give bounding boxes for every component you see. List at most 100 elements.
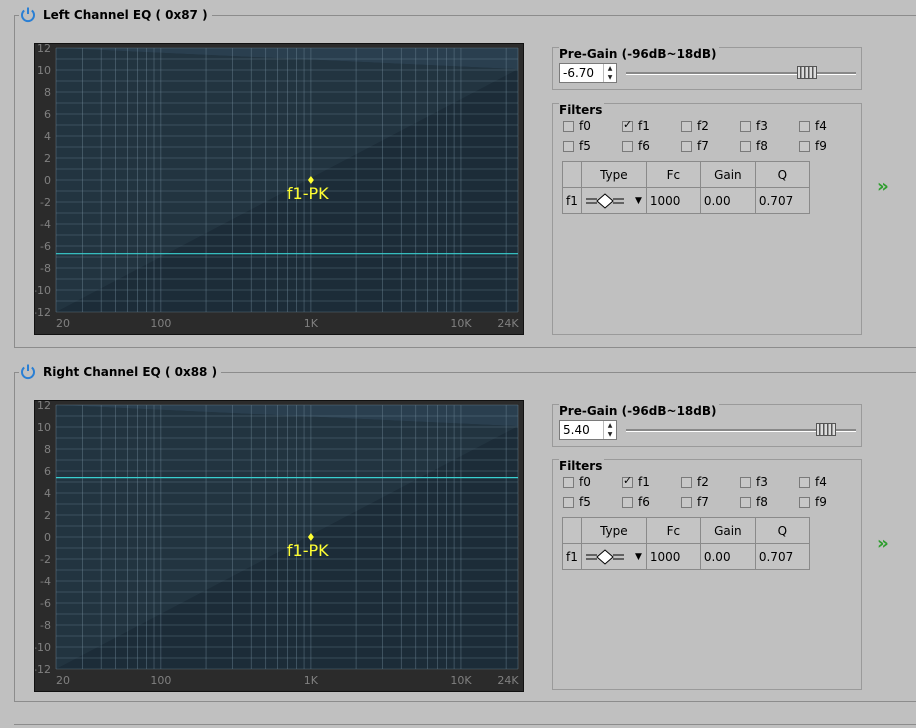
- checkbox-icon[interactable]: [622, 496, 633, 508]
- y-tick-label: 6: [44, 465, 51, 478]
- filter-checkbox-label: f6: [638, 139, 650, 153]
- filter-checkbox-label: f8: [756, 495, 768, 509]
- eq-graph[interactable]: 121086420-2-4-6-8-10-12201001K10K24Kf1-P…: [34, 43, 524, 335]
- checkbox-icon[interactable]: [740, 140, 751, 152]
- eq-title: Right Channel EQ ( 0x88 ): [43, 365, 218, 379]
- filter-checkbox-f4[interactable]: f4: [799, 119, 827, 133]
- checkbox-icon[interactable]: [799, 120, 810, 132]
- eq-graph-svg[interactable]: 121086420-2-4-6-8-10-12201001K10K24Kf1-P…: [35, 44, 523, 334]
- pregain-value[interactable]: -6.70: [563, 66, 594, 80]
- filter-checkbox-f6[interactable]: f6: [622, 495, 650, 509]
- eq-group-partial: [14, 724, 916, 728]
- checkbox-icon[interactable]: [622, 140, 633, 152]
- filter-checkbox-label: f7: [697, 139, 709, 153]
- checkbox-icon[interactable]: [563, 476, 574, 488]
- filter-checkbox-f5[interactable]: f5: [563, 495, 591, 509]
- checkbox-icon[interactable]: [563, 120, 574, 132]
- filter-checkbox-label: f1: [638, 475, 650, 489]
- y-tick-label: 4: [44, 130, 51, 143]
- double-chevron-right-icon[interactable]: ››: [877, 176, 889, 197]
- q-field[interactable]: 0.707: [754, 187, 810, 214]
- pregain-spinner[interactable]: -6.70 ▲ ▼: [559, 63, 617, 83]
- checkbox-icon[interactable]: [799, 496, 810, 508]
- filters-label: Filters: [559, 459, 605, 473]
- gain-field[interactable]: 0.00: [699, 543, 756, 570]
- filter-checkbox-f4[interactable]: f4: [799, 475, 827, 489]
- filter-checkbox-f9[interactable]: f9: [799, 495, 827, 509]
- y-tick-label: 2: [44, 509, 51, 522]
- y-tick-label: -12: [35, 306, 51, 319]
- filter-checkbox-f2[interactable]: f2: [681, 119, 709, 133]
- checkbox-icon[interactable]: [681, 140, 692, 152]
- filter-checkbox-f3[interactable]: f3: [740, 119, 768, 133]
- eq-graph[interactable]: 121086420-2-4-6-8-10-12201001K10K24Kf1-P…: [34, 400, 524, 692]
- power-icon[interactable]: [19, 6, 37, 24]
- x-tick-label: 20: [56, 317, 70, 330]
- filter-checkbox-f7[interactable]: f7: [681, 495, 709, 509]
- filter-type-select[interactable]: ▼: [580, 543, 647, 570]
- checkbox-icon[interactable]: [740, 120, 751, 132]
- fc-field[interactable]: 1000: [645, 187, 701, 214]
- filter-checkbox-f1[interactable]: f1: [622, 474, 650, 489]
- filter-checkbox-f2[interactable]: f2: [681, 475, 709, 489]
- filter-checkbox-f9[interactable]: f9: [799, 139, 827, 153]
- filter-checkbox-f0[interactable]: f0: [563, 119, 591, 133]
- checkbox-icon[interactable]: [563, 496, 574, 508]
- filter-checkbox-label: f4: [815, 119, 827, 133]
- gain-field[interactable]: 0.00: [699, 187, 756, 214]
- filter-checkbox-label: f5: [579, 495, 591, 509]
- checkbox-icon[interactable]: [799, 476, 810, 488]
- x-tick-label: 24K: [497, 674, 519, 687]
- eq-group-right: Right Channel EQ ( 0x88 ) 12 10 8 6 4 2 0 -2 -4-…: [14, 363, 916, 702]
- filter-checkbox-label: f5: [579, 139, 591, 153]
- double-chevron-right-icon[interactable]: ››: [877, 533, 889, 554]
- filter-checkbox-f0[interactable]: f0: [563, 475, 591, 489]
- checkbox-icon[interactable]: [681, 120, 692, 132]
- eq-header: Right Channel EQ ( 0x88 ): [19, 363, 222, 381]
- fc-field[interactable]: 1000: [645, 543, 701, 570]
- dropdown-arrow-icon[interactable]: ▼: [635, 196, 642, 206]
- q-field[interactable]: 0.707: [754, 543, 810, 570]
- checkbox-icon[interactable]: [563, 140, 574, 152]
- table-corner: [562, 161, 582, 188]
- eq-title: Left Channel EQ ( 0x87 ): [43, 8, 208, 22]
- checkbox-icon[interactable]: [740, 496, 751, 508]
- pregain-spinner[interactable]: 5.40 ▲ ▼: [559, 420, 617, 440]
- filter-checkbox-f7[interactable]: f7: [681, 139, 709, 153]
- y-tick-label: -6: [40, 597, 51, 610]
- checkbox-icon[interactable]: [681, 476, 692, 488]
- y-tick-label: 2: [44, 152, 51, 165]
- checkbox-icon[interactable]: [622, 474, 633, 488]
- filter-checkbox-f5[interactable]: f5: [563, 139, 591, 153]
- filter-checkbox-f3[interactable]: f3: [740, 475, 768, 489]
- filter-checkbox-f1[interactable]: f1: [622, 118, 650, 133]
- table-corner: [562, 517, 582, 544]
- filter-checkbox-label: f2: [697, 119, 709, 133]
- y-tick-label: 6: [44, 108, 51, 121]
- dropdown-arrow-icon[interactable]: ▼: [635, 552, 642, 562]
- eq-graph-svg[interactable]: 121086420-2-4-6-8-10-12201001K10K24Kf1-P…: [35, 401, 523, 691]
- y-tick-label: -6: [40, 240, 51, 253]
- x-tick-label: 1K: [304, 317, 319, 330]
- pregain-value[interactable]: 5.40: [563, 423, 590, 437]
- y-tick-label: -2: [40, 196, 51, 209]
- y-tick-label: 12: [37, 44, 51, 55]
- pregain-slider-thumb[interactable]: [796, 66, 817, 79]
- spinner-arrows-icon[interactable]: ▲ ▼: [603, 421, 616, 439]
- peak-filter-icon: [585, 192, 624, 209]
- filter-checkbox-f6[interactable]: f6: [622, 139, 650, 153]
- y-tick-label: -4: [40, 575, 51, 588]
- pregain-slider-track[interactable]: [626, 72, 856, 75]
- spinner-arrows-icon[interactable]: ▲ ▼: [603, 64, 616, 82]
- checkbox-icon[interactable]: [681, 496, 692, 508]
- checkbox-icon[interactable]: [622, 118, 633, 132]
- power-icon[interactable]: [19, 363, 37, 381]
- checkbox-icon[interactable]: [799, 140, 810, 152]
- checkbox-icon[interactable]: [740, 476, 751, 488]
- filter-checkbox-f8[interactable]: f8: [740, 139, 768, 153]
- pregain-label: Pre-Gain (-96dB~18dB): [559, 404, 719, 418]
- y-tick-label: 0: [44, 531, 51, 544]
- filter-type-select[interactable]: ▼: [580, 187, 647, 214]
- pregain-slider-thumb[interactable]: [816, 423, 837, 436]
- filter-checkbox-f8[interactable]: f8: [740, 495, 768, 509]
